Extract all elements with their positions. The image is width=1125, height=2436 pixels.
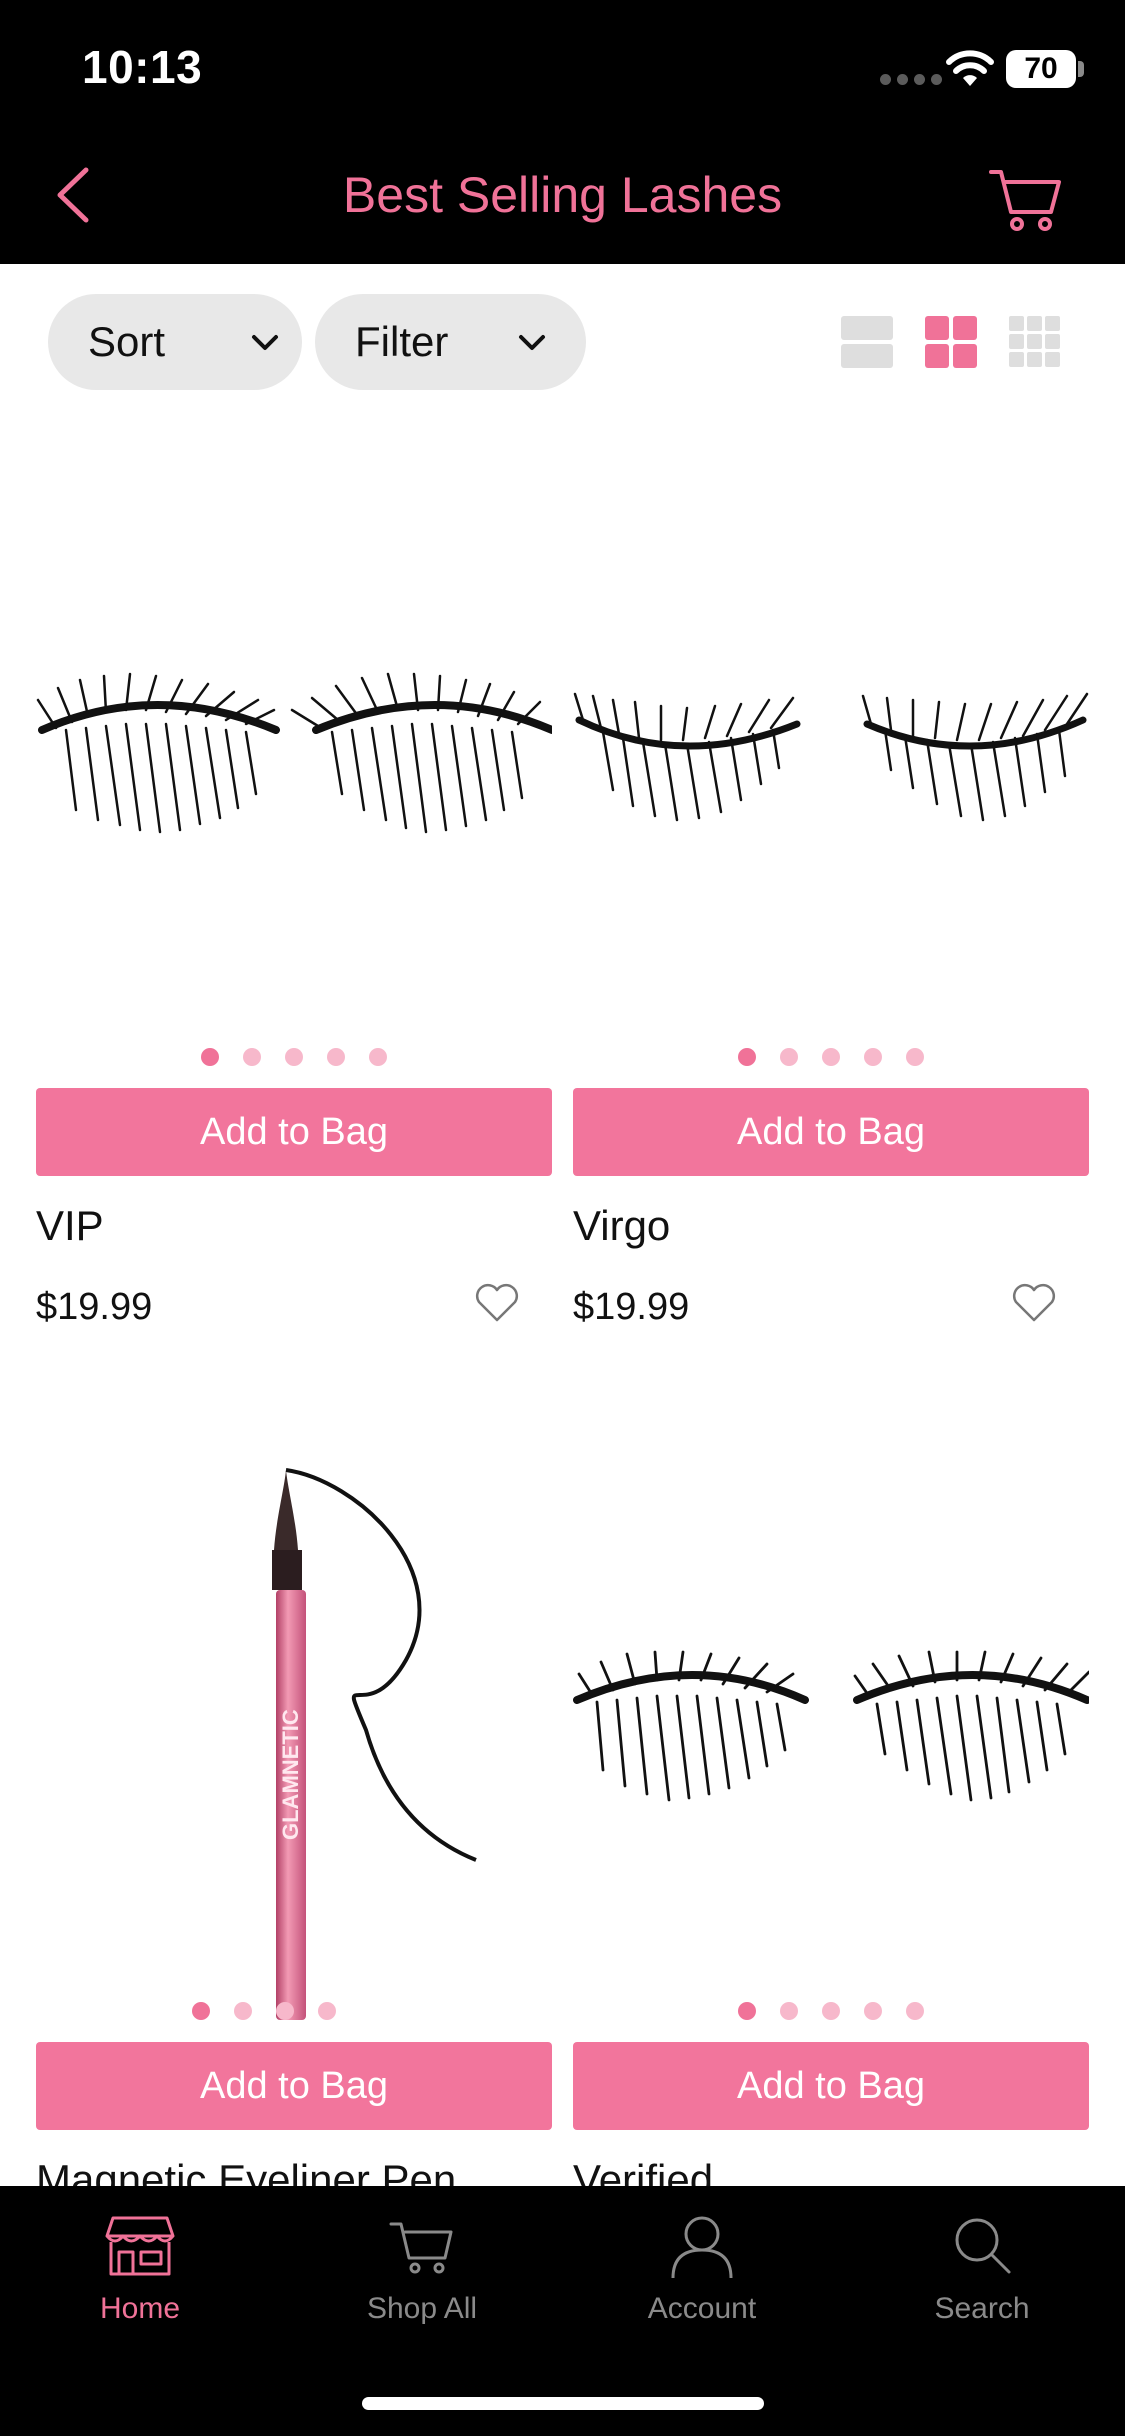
lash-image[interactable]: [36, 670, 552, 870]
image-carousel-dots[interactable]: [6, 2002, 522, 2020]
filter-label: Filter: [355, 318, 449, 365]
home-indicator[interactable]: [362, 2397, 764, 2410]
add-to-bag-button[interactable]: Add to Bag: [573, 1088, 1089, 1176]
product-card[interactable]: GLAMNETIC Add to Bag Magnetic Eyeliner P…: [36, 1420, 552, 2203]
image-carousel-dots[interactable]: [573, 1048, 1089, 1066]
add-to-bag-button[interactable]: Add to Bag: [36, 2042, 552, 2130]
status-bar: 10:13 70: [0, 0, 1125, 130]
tab-label: Search: [934, 2292, 1030, 2325]
store-icon: [105, 2216, 175, 2276]
filter-button[interactable]: Filter: [315, 294, 586, 390]
heart-icon[interactable]: [474, 1282, 520, 1324]
product-card[interactable]: Add to Bag Verified: [573, 1420, 1089, 2203]
product-name[interactable]: Virgo: [573, 1202, 670, 1250]
chevron-down-icon: [519, 335, 545, 350]
product-price: $19.99: [573, 1286, 690, 1328]
image-carousel-dots[interactable]: [36, 1048, 552, 1066]
page-title: Best Selling Lashes: [342, 167, 783, 223]
product-card[interactable]: Add to Bag VIP $19.99: [36, 420, 552, 1340]
cart-icon[interactable]: [985, 158, 1065, 238]
status-time: 10:13: [82, 41, 203, 93]
chevron-down-icon: [252, 335, 278, 350]
chevron-left-icon[interactable]: [42, 160, 112, 230]
tab-label: Shop All: [366, 2292, 478, 2325]
add-to-bag-button[interactable]: Add to Bag: [573, 2042, 1089, 2130]
grid-3-view-icon[interactable]: [1008, 315, 1062, 369]
tab-search[interactable]: Search: [872, 2214, 1092, 2344]
tab-label: Account: [647, 2292, 757, 2325]
product-card[interactable]: Add to Bag Virgo $19.99: [573, 420, 1089, 1340]
add-to-bag-button[interactable]: Add to Bag: [36, 1088, 552, 1176]
list-view-icon[interactable]: [840, 315, 894, 369]
lash-image[interactable]: [573, 680, 1089, 860]
navigation-bar: Best Selling Lashes: [0, 130, 1125, 264]
lash-image[interactable]: [573, 1650, 1089, 1830]
heart-icon[interactable]: [1011, 1282, 1057, 1324]
tab-label: Home: [99, 2292, 181, 2325]
person-icon: [671, 2216, 733, 2278]
battery-level: 70: [1006, 50, 1076, 88]
wifi-icon: [946, 50, 994, 86]
cellular-signal-icon: [880, 74, 942, 85]
sort-label: Sort: [88, 318, 166, 365]
tab-account[interactable]: Account: [592, 2214, 812, 2344]
grid-2-view-icon[interactable]: [924, 315, 978, 369]
eyeliner-pen-image[interactable]: GLAMNETIC: [36, 1460, 552, 2020]
sort-button[interactable]: Sort: [48, 294, 302, 390]
cart-icon: [389, 2222, 453, 2274]
svg-text:GLAMNETIC: GLAMNETIC: [278, 1709, 303, 1840]
product-price: $19.99: [36, 1286, 153, 1328]
tab-home[interactable]: Home: [30, 2214, 250, 2344]
product-name[interactable]: VIP: [36, 1202, 104, 1250]
search-icon: [955, 2218, 1011, 2274]
image-carousel-dots[interactable]: [573, 2002, 1089, 2020]
battery-icon: [1078, 61, 1084, 77]
tab-shop-all[interactable]: Shop All: [312, 2214, 532, 2344]
